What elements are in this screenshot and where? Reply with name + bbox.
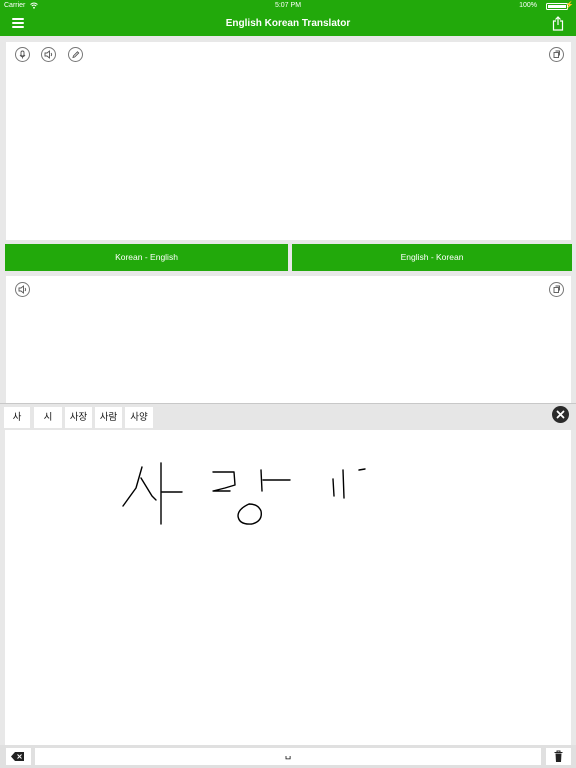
stroke bbox=[122, 466, 143, 507]
output-text-area bbox=[6, 276, 571, 404]
handwriting-strokes bbox=[122, 462, 366, 525]
charging-icon: ⚡ bbox=[565, 2, 574, 9]
stroke bbox=[358, 468, 366, 471]
page-title: English Korean Translator bbox=[225, 18, 351, 29]
stroke bbox=[342, 469, 345, 499]
nav-bar: English Korean Translator bbox=[0, 12, 576, 36]
status-time: 5:07 PM bbox=[274, 2, 302, 9]
backspace-icon[interactable] bbox=[6, 748, 31, 765]
speaker-icon[interactable] bbox=[15, 282, 30, 297]
microphone-icon[interactable] bbox=[15, 47, 30, 62]
speaker-icon[interactable] bbox=[41, 47, 56, 62]
korean-english-button[interactable]: Korean - English bbox=[5, 244, 288, 271]
input-text-area[interactable] bbox=[6, 42, 571, 240]
handwriting-canvas[interactable] bbox=[5, 430, 571, 745]
status-bar: Carrier 5:07 PM 100% ⚡ bbox=[0, 0, 576, 12]
candidate-item[interactable]: 사람 bbox=[95, 407, 122, 428]
copy-icon[interactable] bbox=[549, 47, 564, 62]
trash-icon[interactable] bbox=[546, 748, 571, 765]
stroke bbox=[332, 478, 335, 497]
stroke bbox=[140, 477, 157, 501]
candidate-item[interactable]: 사장 bbox=[65, 407, 92, 428]
english-korean-button[interactable]: English - Korean bbox=[292, 244, 572, 271]
stroke bbox=[260, 469, 263, 492]
space-key-label: ␣ bbox=[284, 749, 292, 760]
battery-percent: 100% bbox=[519, 2, 537, 9]
handwriting-toolbar: ␣ bbox=[0, 745, 576, 768]
share-icon[interactable] bbox=[552, 16, 564, 31]
candidate-item[interactable]: 시 bbox=[34, 407, 62, 428]
pencil-icon[interactable] bbox=[68, 47, 83, 62]
stroke bbox=[237, 503, 262, 525]
space-key[interactable]: ␣ bbox=[35, 748, 541, 765]
candidate-bar: 사 시 사장 사람 사양 bbox=[0, 403, 576, 430]
candidate-item[interactable]: 사양 bbox=[125, 407, 153, 428]
close-circle-icon[interactable] bbox=[552, 406, 569, 423]
copy-icon[interactable] bbox=[549, 282, 564, 297]
candidate-item[interactable]: 사 bbox=[4, 407, 30, 428]
stroke bbox=[212, 471, 236, 492]
